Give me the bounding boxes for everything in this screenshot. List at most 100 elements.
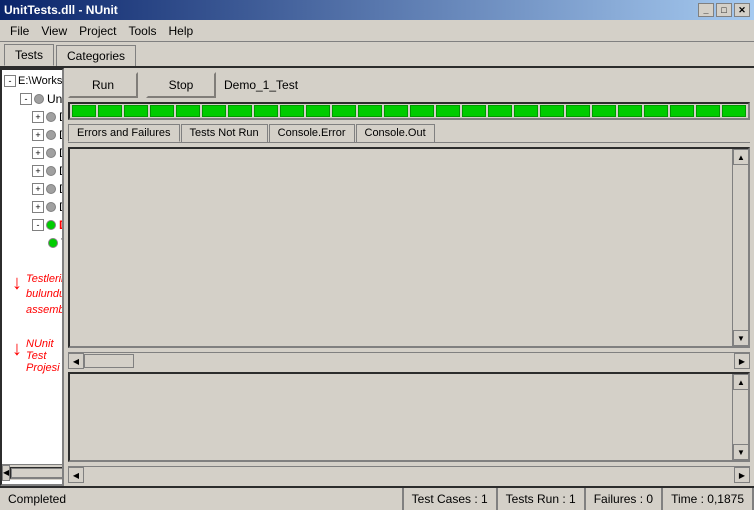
demo2square-expander[interactable]: +	[32, 111, 44, 123]
demo3category-circle	[46, 166, 56, 176]
bottom-hscroll-track[interactable]	[84, 467, 734, 482]
progress-segment-12	[384, 105, 408, 117]
bottom-result-area: ▲ ▼	[68, 372, 750, 462]
demo1test-expander[interactable]: -	[32, 219, 44, 231]
run-button[interactable]: Run	[68, 72, 138, 98]
current-test-name: Demo_1_Test	[224, 78, 298, 92]
vscroll-up-btn[interactable]: ▲	[733, 149, 749, 165]
left-horizontal-scrollbar: ◀ ▶	[2, 464, 62, 480]
vscroll-track[interactable]	[733, 165, 748, 330]
status-test-cases: Test Cases : 1	[404, 488, 498, 510]
tab-tests[interactable]: Tests	[4, 44, 54, 66]
demo2triangle-expander[interactable]: +	[32, 147, 44, 159]
titlebar: UnitTests.dll - NUnit _ □ ✕	[0, 0, 754, 20]
result-tabs: Errors and Failures Tests Not Run Consol…	[68, 124, 750, 143]
progress-segment-2	[124, 105, 148, 117]
menu-view[interactable]: View	[35, 22, 73, 40]
tree-item-demo4exceptions[interactable]: + Demo_4_Exceptions	[4, 180, 60, 198]
bottom-hscroll-right-btn[interactable]: ▶	[734, 467, 750, 483]
left-scroll-thumb[interactable]	[11, 468, 64, 478]
status-completed: Completed	[0, 488, 404, 510]
demo5mockobjects-expander[interactable]: +	[32, 201, 44, 213]
tree-item-demo5mockobjects[interactable]: + Demo_5_MockObjects	[4, 198, 60, 216]
tree-unittests[interactable]: - UnitTests	[4, 90, 60, 108]
progress-segment-15	[462, 105, 486, 117]
status-failures: Failures : 0	[586, 488, 663, 510]
assembly-annotation-text: Testlerinbulundugu assembly	[26, 272, 62, 318]
left-panel: - E:\Works\C#\NUnitDemo\UnitTests\bin\De…	[0, 68, 64, 486]
tree-root-path[interactable]: - E:\Works\C#\NUnitDemo\UnitTests\bin\De…	[4, 72, 60, 90]
bottom-hscroll-left-btn[interactable]: ◀	[68, 467, 84, 483]
tree-item-demo3category[interactable]: + Demo_3_Category	[4, 162, 60, 180]
tree-item-testgetdvdcount[interactable]: TestGetDVDCount → Test	[4, 234, 60, 252]
progress-segment-23	[670, 105, 694, 117]
tabs-area: Tests Categories	[0, 42, 754, 66]
tab-tests-not-run[interactable]: Tests Not Run	[181, 124, 268, 142]
tree-container[interactable]: - E:\Works\C#\NUnitDemo\UnitTests\bin\De…	[2, 70, 62, 464]
progress-segment-4	[176, 105, 200, 117]
demo1test-circle	[46, 220, 56, 230]
demo4exceptions-label: Demo_4_Exceptions	[59, 182, 62, 196]
project-annotation-container: ↓ NUnit Test Projesi	[12, 338, 60, 374]
progress-segment-22	[644, 105, 668, 117]
menu-file[interactable]: File	[4, 22, 35, 40]
titlebar-controls: _ □ ✕	[698, 3, 750, 17]
demo2suite-label: Demo_2_TestSuite	[59, 128, 62, 142]
vscroll-down-btn[interactable]: ▼	[733, 330, 749, 346]
assembly-down-arrow: ↓	[12, 272, 22, 295]
status-time: Time : 0,1875	[663, 488, 754, 510]
tab-console-error[interactable]: Console.Error	[269, 124, 355, 142]
bottom-vscroll-up-btn[interactable]: ▲	[733, 374, 749, 390]
hscroll-track[interactable]	[84, 353, 734, 368]
tree-item-demo1test[interactable]: - Demo_1_Test → TestFixture	[4, 216, 60, 234]
hscroll-thumb[interactable]	[84, 354, 134, 368]
progress-segment-17	[514, 105, 538, 117]
demo5mockobjects-circle	[46, 202, 56, 212]
unittests-circle	[34, 94, 44, 104]
progress-segment-0	[72, 105, 96, 117]
bottom-vscroll-track[interactable]	[733, 390, 748, 444]
progress-segment-5	[202, 105, 226, 117]
tree-item-demo2suite[interactable]: + Demo_2_TestSuite	[4, 126, 60, 144]
tree-item-demo2triangle[interactable]: + Demo_2_TestTriangle	[4, 144, 60, 162]
progress-segment-7	[254, 105, 278, 117]
titlebar-title: UnitTests.dll - NUnit	[4, 3, 118, 17]
right-panel: Run Stop Demo_1_Test Errors and Failures…	[64, 68, 754, 486]
unittests-expander[interactable]: -	[20, 93, 32, 105]
testgetdvdcount-label: TestGetDVDCount	[61, 236, 62, 250]
stop-button[interactable]: Stop	[146, 72, 216, 98]
hscroll-left-btn[interactable]: ◀	[68, 353, 84, 369]
demo2suite-expander[interactable]: +	[32, 129, 44, 141]
menu-project[interactable]: Project	[73, 22, 122, 40]
progress-segment-3	[150, 105, 174, 117]
project-down-arrow: ↓	[12, 338, 22, 361]
left-scroll-left-btn[interactable]: ◀	[2, 465, 10, 481]
project-arrow-container: ↓ NUnit Test Projesi	[12, 338, 60, 374]
demo2triangle-label: Demo_2_TestTriangle	[59, 146, 62, 160]
hscroll-right-btn[interactable]: ▶	[734, 353, 750, 369]
progress-segment-20	[592, 105, 616, 117]
root-expander[interactable]: -	[4, 75, 16, 87]
left-scroll-track[interactable]	[10, 467, 64, 479]
demo5mockobjects-label: Demo_5_MockObjects	[59, 200, 62, 214]
minimize-button[interactable]: _	[698, 3, 714, 17]
progress-segment-19	[566, 105, 590, 117]
tab-errors-failures[interactable]: Errors and Failures	[68, 124, 180, 142]
main-content: - E:\Works\C#\NUnitDemo\UnitTests\bin\De…	[0, 66, 754, 486]
maximize-button[interactable]: □	[716, 3, 732, 17]
close-button[interactable]: ✕	[734, 3, 750, 17]
status-tests-run: Tests Run : 1	[498, 488, 586, 510]
menu-help[interactable]: Help	[163, 22, 200, 40]
bottom-vscroll-down-btn[interactable]: ▼	[733, 444, 749, 460]
progress-segment-24	[696, 105, 720, 117]
tab-categories[interactable]: Categories	[56, 45, 136, 66]
tree-item-demo2square[interactable]: + Demo_2_TestSquare	[4, 108, 60, 126]
unittests-label: UnitTests	[47, 92, 62, 106]
demo1test-label: Demo_1_Test	[59, 218, 62, 232]
progress-bar	[68, 102, 750, 120]
demo4exceptions-expander[interactable]: +	[32, 183, 44, 195]
demo3category-label: Demo_3_Category	[59, 164, 62, 178]
tab-console-out[interactable]: Console.Out	[356, 124, 435, 142]
menu-tools[interactable]: Tools	[123, 22, 163, 40]
demo3category-expander[interactable]: +	[32, 165, 44, 177]
